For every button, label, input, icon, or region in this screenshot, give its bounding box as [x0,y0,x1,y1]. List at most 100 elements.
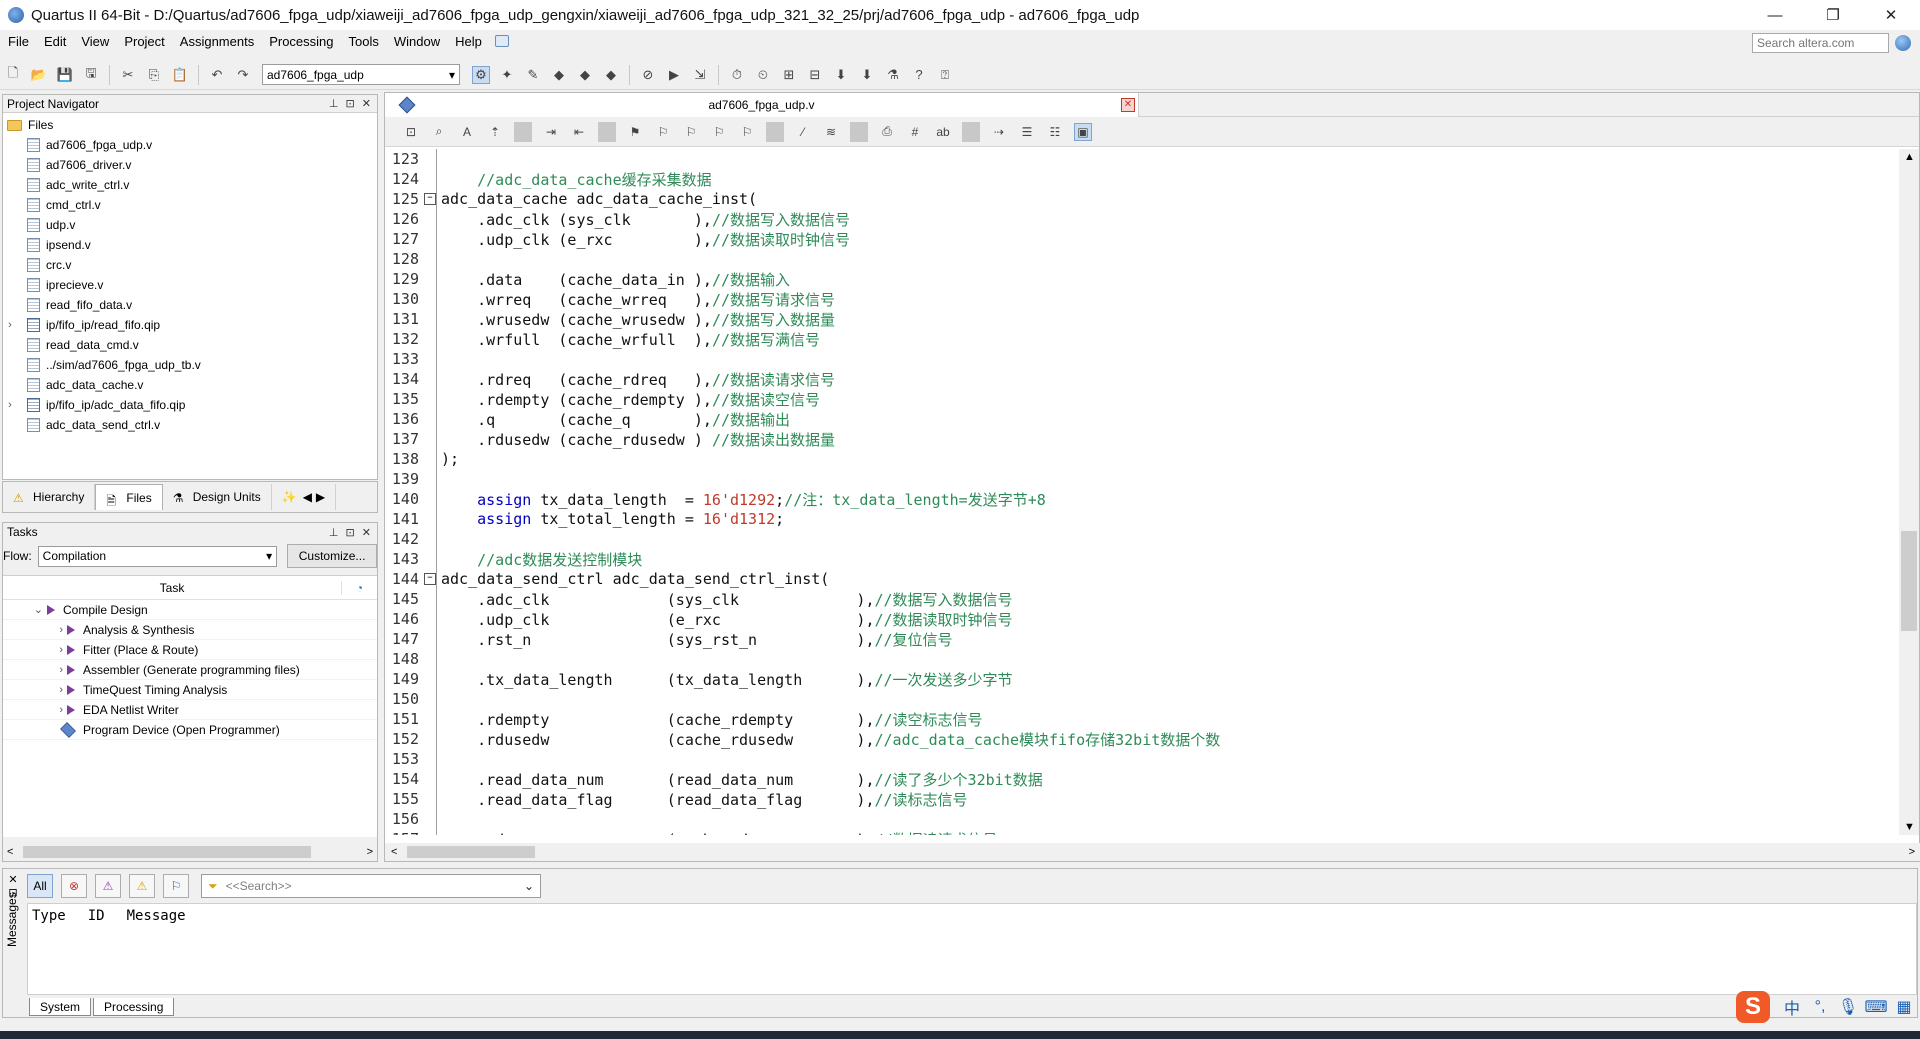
play-icon[interactable] [67,644,75,655]
code-line[interactable]: 139 [385,469,1897,489]
code-line[interactable]: 142 [385,529,1897,549]
code-line[interactable]: 123 [385,149,1897,169]
file-tree-item[interactable]: udp.v [3,215,377,235]
code-line[interactable]: 155 .read_data_flag (read_data_flag ),//… [385,789,1897,809]
bookmark-list-icon[interactable]: ⚐ [738,123,756,141]
microphone-icon[interactable]: 🎙 [1834,997,1862,1017]
chevron-right-icon[interactable]: › [3,399,17,411]
close-window-button[interactable]: ✕ [1862,0,1920,30]
sogou-logo[interactable]: S [1736,991,1770,1023]
save-icon[interactable]: 💾 [56,66,74,84]
file-tree-item[interactable]: ../sim/ad7606_fpga_udp_tb.v [3,355,377,375]
code-line[interactable]: 151 .rdempty (cache_rdempty ),//读空标志信号 [385,709,1897,729]
file-tree-item[interactable]: ad7606_fpga_udp.v [3,135,377,155]
tab-design-units[interactable]: ⚗ Design Units [163,484,272,510]
scroll-thumb[interactable] [23,846,311,858]
restore-button[interactable]: ❐ [1804,0,1862,30]
whats-this-icon[interactable] [494,35,509,47]
message-search-input[interactable]: ⏷ <<Search>> ⌄ [201,874,541,898]
go-to-line-icon[interactable]: ⇡ [486,123,504,141]
menu-processing[interactable]: Processing [261,34,340,49]
code-line[interactable]: 153 [385,749,1897,769]
editor-horizontal-scrollbar[interactable]: < > [385,843,1920,861]
cut-icon[interactable]: ✂ [119,66,137,84]
chip-icon[interactable]: ⚗ [884,66,902,84]
file-tree-item[interactable]: read_fifo_data.v [3,295,377,315]
code-line[interactable]: 146 .udp_clk (e_rxc ),//数据读取时钟信号 [385,609,1897,629]
panel-controls-icon[interactable]: ⊥ ⊡ ✕ [329,97,373,110]
tab-hierarchy[interactable]: ⚠ Hierarchy [3,484,96,510]
menu-help[interactable]: Help [447,34,489,49]
new-file-icon[interactable]: 🗋 [4,65,22,84]
chevron-right-icon[interactable]: › [3,704,63,716]
file-tree-item[interactable]: adc_data_send_ctrl.v [3,415,377,435]
file-tree-item[interactable]: adc_data_cache.v [3,375,377,395]
task-program-device[interactable]: Program Device (Open Programmer) [3,720,377,740]
code-line[interactable]: 154 .read_data_num (read_data_num ),//读了… [385,769,1897,789]
comment-icon[interactable]: ⁄ [794,123,812,141]
undo-icon[interactable]: ↶ [208,66,226,84]
help-icon[interactable]: ? [910,66,928,84]
task-item[interactable]: › Fitter (Place & Route) [3,640,377,660]
scroll-thumb[interactable] [407,846,535,858]
code-line[interactable]: 144 adc_data_send_ctrl adc_data_send_ctrl… [385,569,1897,589]
task-item[interactable]: › Analysis & Synthesis [3,620,377,640]
code-line[interactable]: 136 .q (cache_q ),//数据输出 [385,409,1897,429]
scroll-down-icon[interactable]: ▼ [1904,821,1915,833]
scroll-thumb[interactable] [1901,531,1917,631]
file-tree-item[interactable]: ad7606_driver.v [3,155,377,175]
code-line[interactable]: 127 .udp_clk (e_rxc ),//数据读取时钟信号 [385,229,1897,249]
code-line[interactable]: 124 //adc_data_cache缓存采集数据 [385,169,1897,189]
tab-system[interactable]: System [29,998,92,1016]
customize-button[interactable]: Customize... [287,544,377,568]
critical-warning-filter-icon[interactable]: ⚠ [95,874,121,898]
play-icon[interactable] [47,604,55,615]
play-icon[interactable] [67,684,75,695]
code-area[interactable]: 123124 //adc_data_cache缓存采集数据125adc_data… [385,149,1897,835]
close-tab-icon[interactable]: ✕ [1121,98,1135,112]
flow-select[interactable]: Compilation ▾ [37,545,278,567]
menu-window[interactable]: Window [386,34,447,49]
next-bookmark-icon[interactable]: ⚐ [654,123,672,141]
expand-icon[interactable]: ☷ [1046,123,1064,141]
code-line[interactable]: 156 [385,809,1897,829]
column-message[interactable]: Message [127,908,186,924]
line-numbers-icon[interactable]: # [906,123,924,141]
warning-filter-icon[interactable]: ⚠ [129,874,155,898]
keyboard-icon[interactable]: ⌨ [1862,997,1890,1017]
task-item[interactable]: › TimeQuest Timing Analysis [3,680,377,700]
menu-edit[interactable]: Edit [36,34,73,49]
code-line[interactable]: 132 .wrfull (cache_wrfull ),//数据写满信号 [385,329,1897,349]
pin-planner-icon[interactable]: ✎ [524,66,542,84]
code-line[interactable]: 140 assign tx_data_length = 16'd1292;//注… [385,489,1897,509]
menu-file[interactable]: File [0,34,36,49]
panel-controls-icon[interactable]: ⊥ ⊡ ✕ [329,526,373,539]
code-line[interactable]: 128 [385,249,1897,269]
project-select[interactable]: ad7606_fpga_udp ▾ [262,64,460,85]
column-id[interactable]: ID [88,908,105,924]
start-compilation-icon[interactable]: ▶ [665,66,683,84]
signaltap-icon[interactable]: ⬇ [858,66,876,84]
code-line[interactable]: 125 adc_data_cache adc_data_cache_inst( [385,189,1897,209]
programmer-icon[interactable]: ⬇ [832,66,850,84]
tasks-horizontal-scrollbar[interactable]: < > [3,843,377,861]
code-line[interactable]: 141 assign tx_total_length = 16'd1312; [385,509,1897,529]
netlist-viewer-icon[interactable]: ⊞ [780,66,798,84]
task-item[interactable]: ⌄ Compile Design [3,600,377,620]
play-icon[interactable] [67,664,75,675]
code-line[interactable]: 143 //adc数据发送控制模块 [385,549,1897,569]
code-line[interactable]: 129 .data (cache_data_in ),//数据输入 [385,269,1897,289]
uncomment-icon[interactable]: ≋ [822,123,840,141]
error-filter-icon[interactable]: ⊗ [61,874,87,898]
menu-view[interactable]: View [73,34,116,49]
menu-tools[interactable]: Tools [341,34,386,49]
increase-indent-icon[interactable]: ⇥ [542,123,560,141]
minimize-button[interactable]: — [1746,0,1804,30]
fold-toggle-icon[interactable] [423,569,437,589]
tree-root-files[interactable]: Files [3,115,377,135]
file-tree-item[interactable]: › ip/fifo_ip/adc_data_fifo.qip [3,395,377,415]
project-settings-icon[interactable]: ⚙ [472,65,490,84]
goto-icon[interactable]: ⇢ [990,123,1008,141]
spell-icon[interactable]: ab [934,123,952,141]
task-item[interactable]: › Assembler (Generate programming files) [3,660,377,680]
